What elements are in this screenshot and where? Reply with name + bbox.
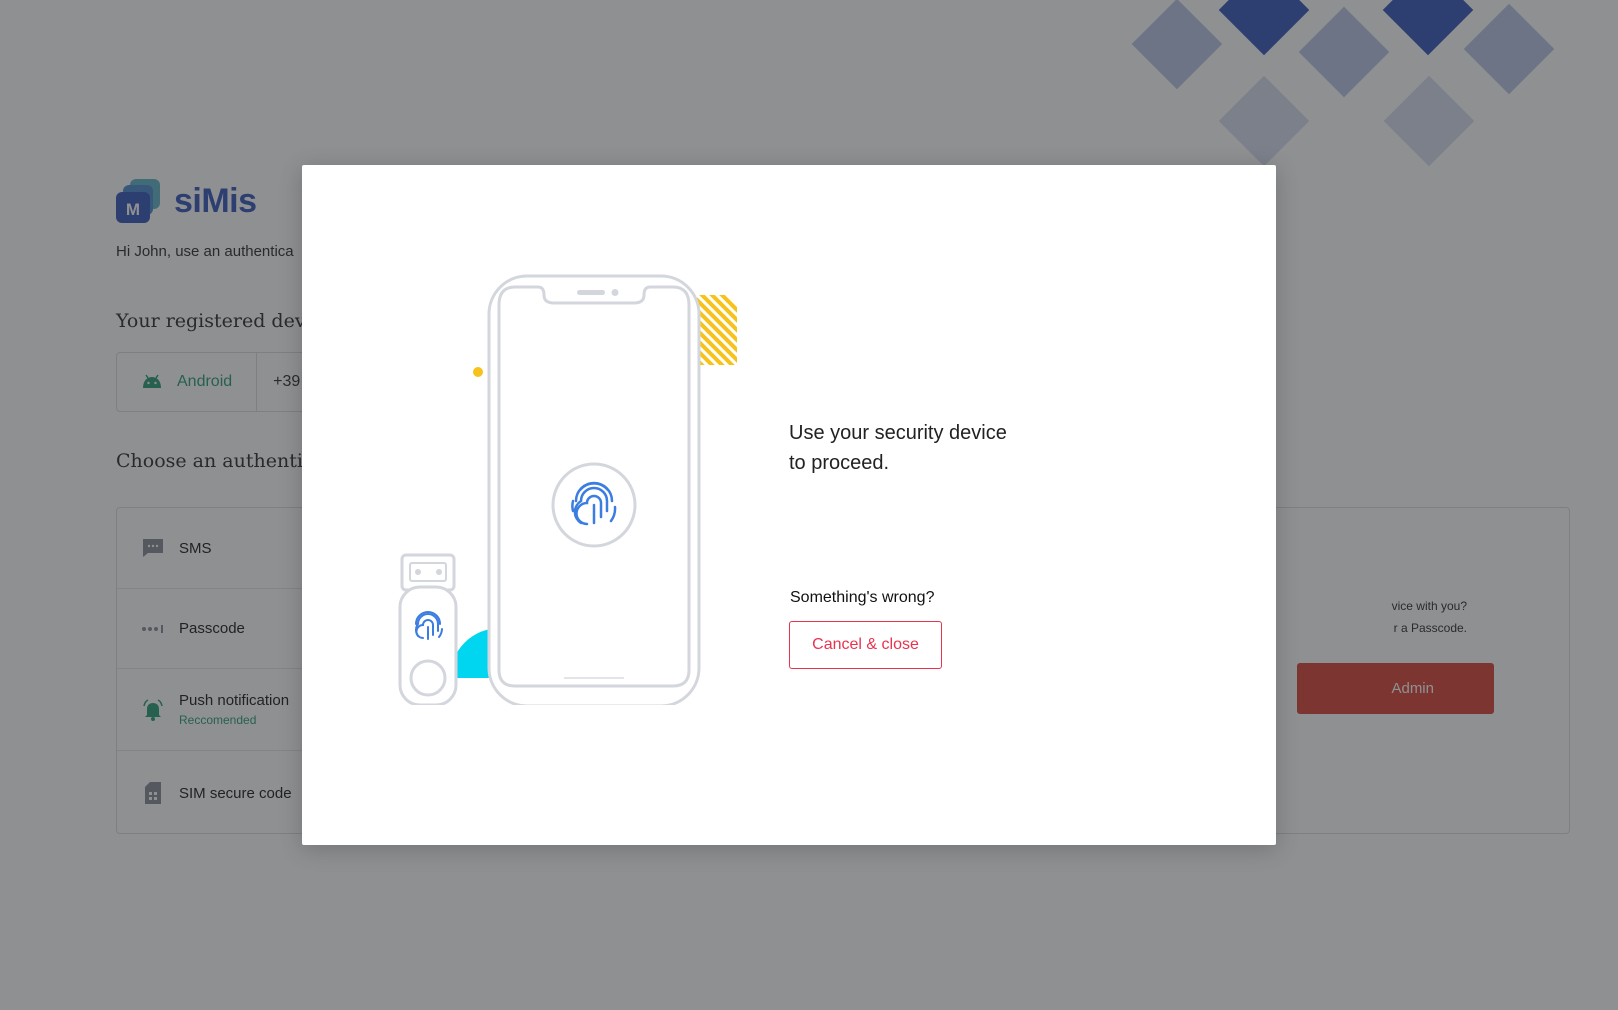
phone-graphic <box>487 274 701 705</box>
usb-key-graphic <box>398 553 458 705</box>
prompt-line: Use your security device <box>789 422 1007 444</box>
modal-prompt: Use your security device to proceed. <box>789 418 1089 478</box>
security-device-illustration <box>398 274 737 705</box>
something-wrong-label: Something's wrong? <box>790 589 935 606</box>
security-device-modal: Use your security device to proceed. Som… <box>302 165 1276 845</box>
prompt-line: to proceed. <box>789 452 890 474</box>
yellow-dot-decoration <box>473 367 483 377</box>
cancel-close-button[interactable]: Cancel & close <box>789 621 942 669</box>
